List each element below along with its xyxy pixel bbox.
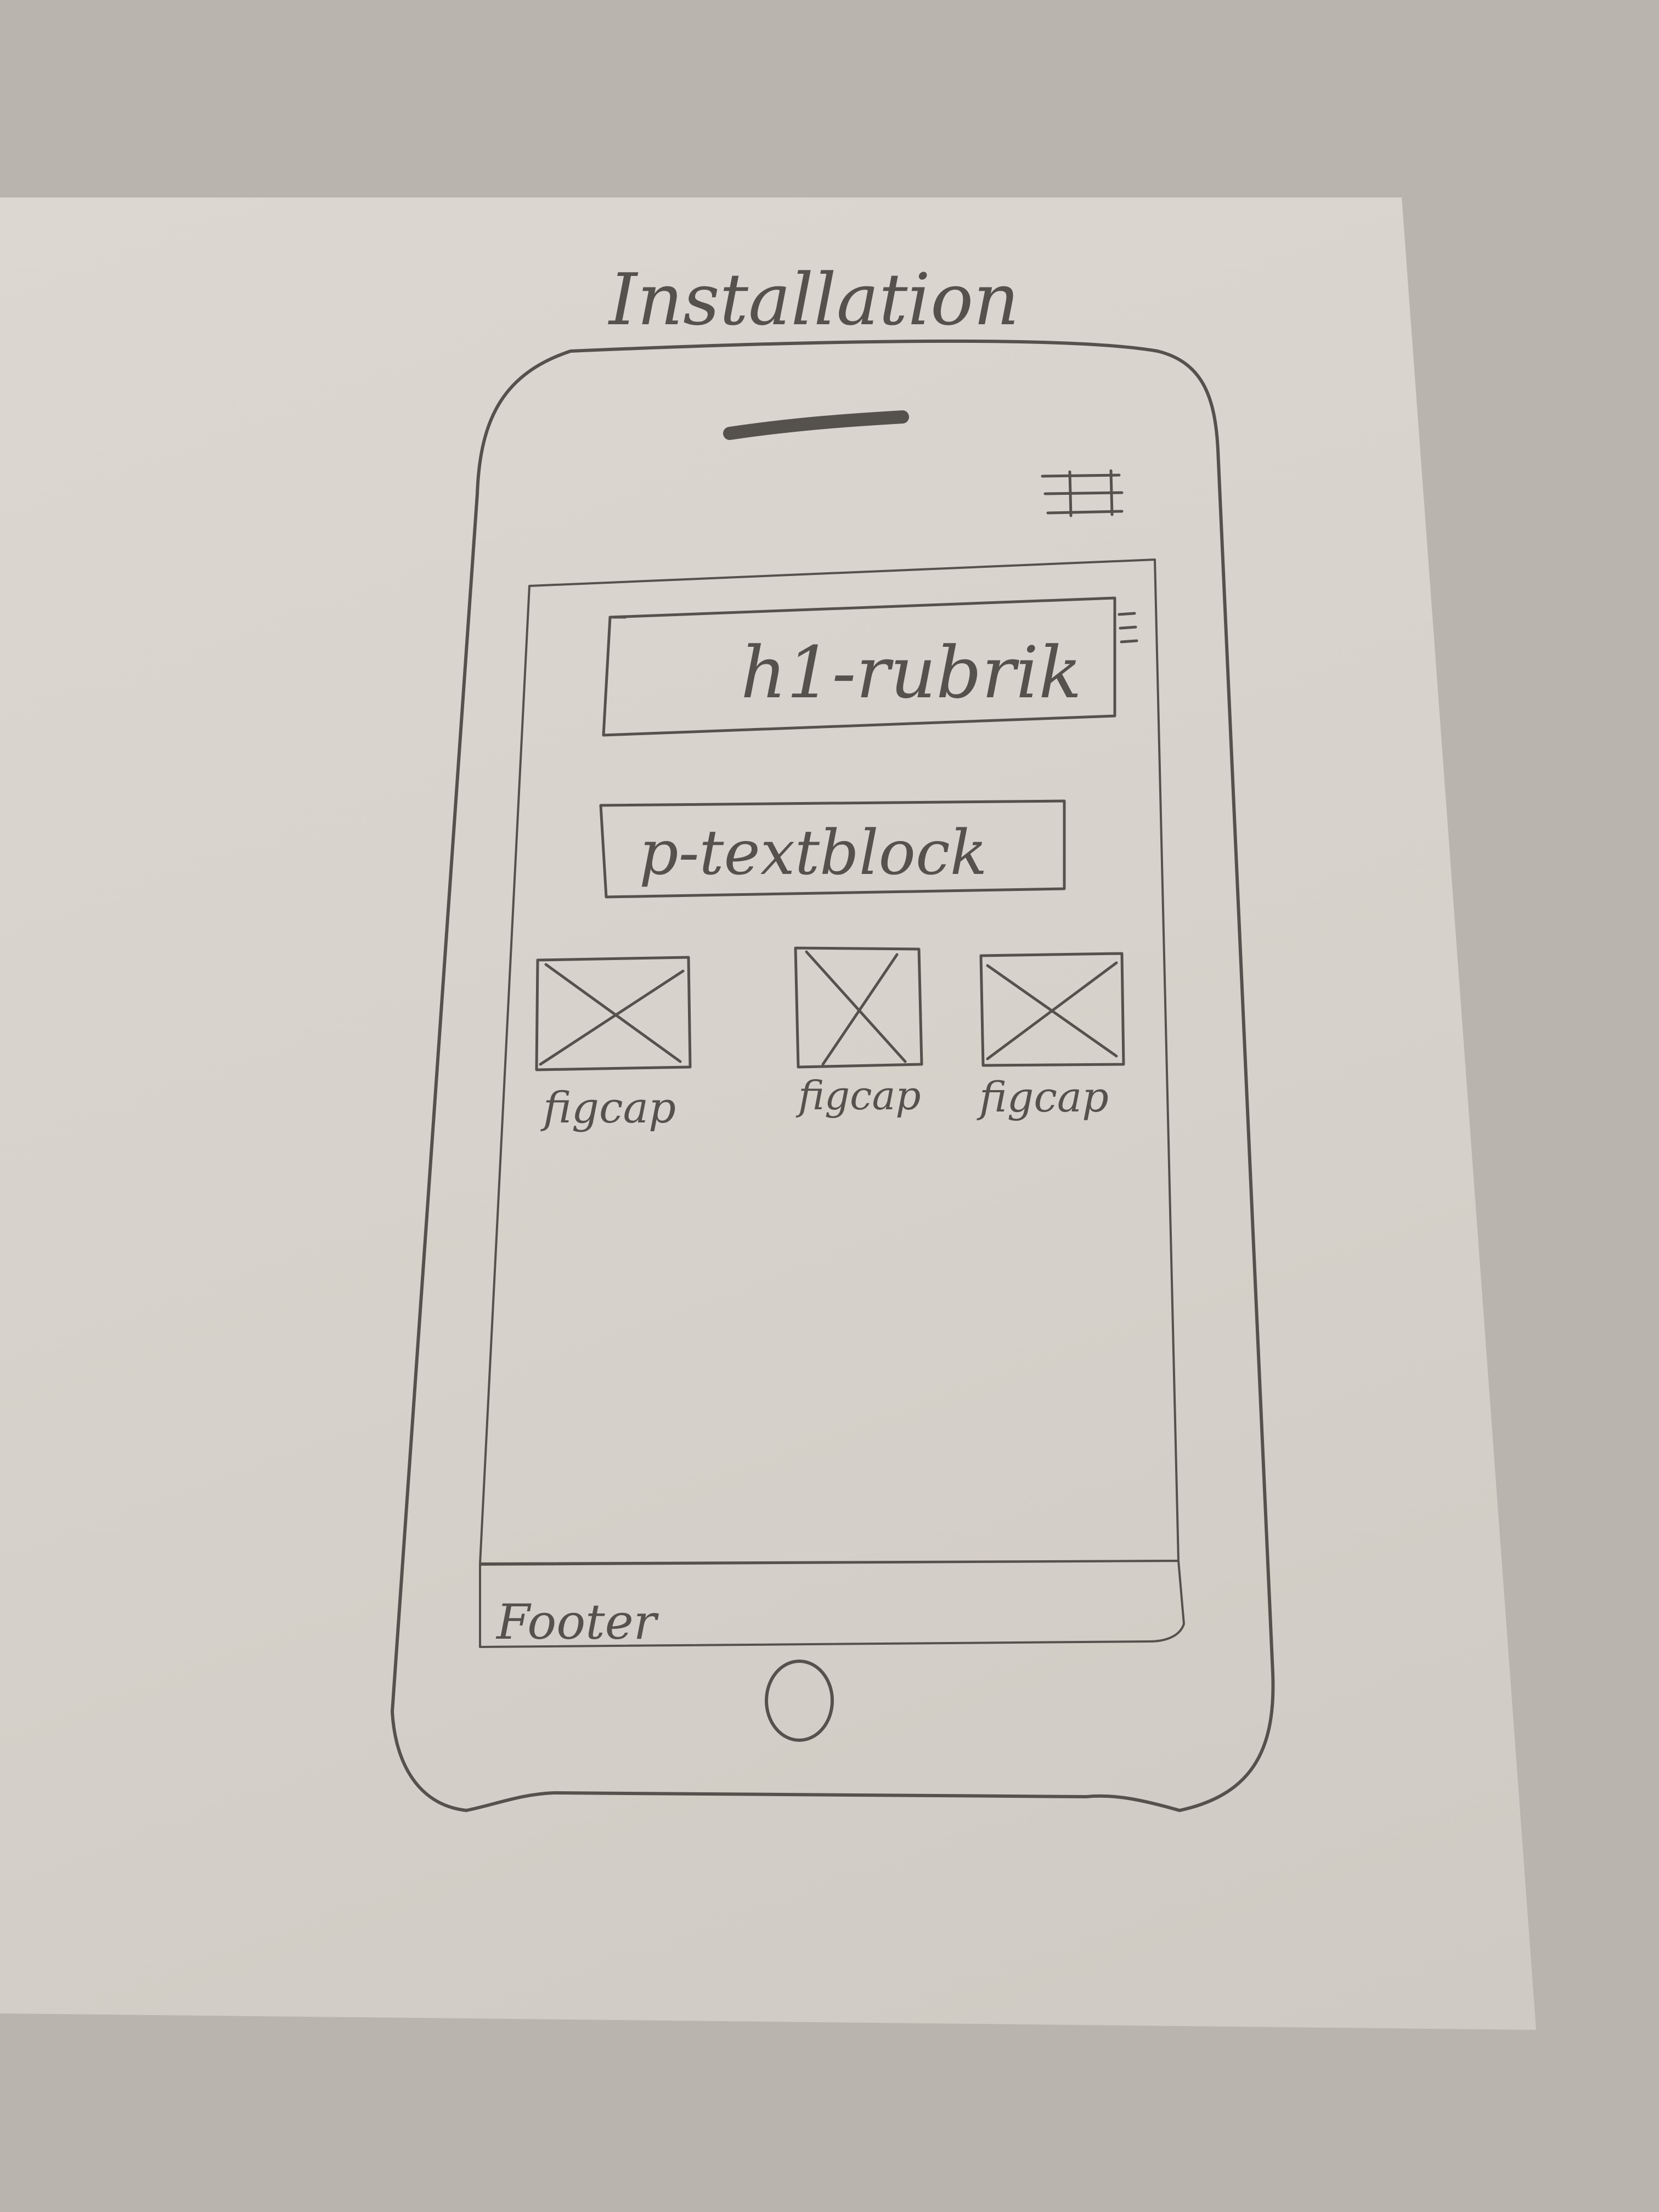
hamburger-menu-icon	[1118, 612, 1138, 644]
figure-caption: figcap	[543, 1084, 676, 1133]
image-placeholder-icon	[794, 946, 923, 1069]
figure-caption: figcap	[798, 1073, 921, 1119]
speaker-icon	[723, 410, 909, 440]
image-placeholder-icon	[535, 956, 692, 1071]
h1-label: h1-rubrik	[741, 631, 1082, 714]
footer-label: Footer	[496, 1594, 657, 1650]
image-placeholder-icon	[979, 952, 1125, 1067]
hamburger-menu-icon	[1041, 469, 1124, 517]
sketch-title: Installation	[609, 258, 1020, 341]
home-button-icon	[765, 1660, 834, 1742]
figure-caption: figcap	[979, 1073, 1109, 1121]
p-label: p-textblock	[639, 817, 988, 889]
